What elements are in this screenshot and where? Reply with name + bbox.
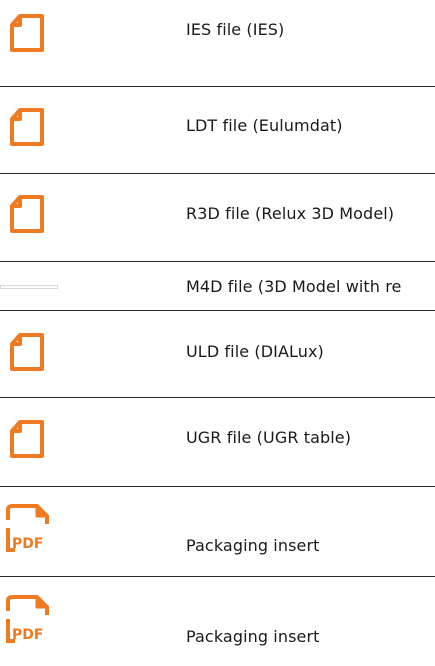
download-file-list: IES file (IES) LDT file (Eulumdat) R3D f… <box>0 0 435 666</box>
file-icon <box>0 311 70 397</box>
file-row-label: Packaging insert <box>186 536 320 555</box>
image-placeholder <box>0 285 58 289</box>
pdf-file-icon: PDF <box>0 577 70 666</box>
file-icon <box>0 87 70 173</box>
file-row-packaging-insert[interactable]: PDF Packaging insert <box>0 487 435 575</box>
file-row-label: Packaging insert <box>186 627 320 646</box>
file-row-ugr[interactable]: UGR file (UGR table) <box>0 398 435 484</box>
file-row-packaging-insert-2[interactable]: PDF Packaging insert <box>0 577 435 666</box>
pdf-file-icon: PDF <box>0 487 70 575</box>
file-row-ldt[interactable]: LDT file (Eulumdat) <box>0 87 435 173</box>
file-icon <box>0 0 70 67</box>
file-row-label: M4D file (3D Model with re <box>186 277 402 296</box>
pdf-icon-text: PDF <box>12 536 43 552</box>
file-row-label: LDT file (Eulumdat) <box>186 116 343 135</box>
pdf-icon-text: PDF <box>12 627 43 643</box>
file-row-label: R3D file (Relux 3D Model) <box>186 204 395 223</box>
file-icon <box>0 398 70 484</box>
file-row-label: UGR file (UGR table) <box>186 428 352 447</box>
file-row-uld[interactable]: ULD file (DIALux) <box>0 311 435 397</box>
file-row-ies[interactable]: IES file (IES) <box>0 0 435 67</box>
file-row-label: IES file (IES) <box>186 20 285 39</box>
file-icon <box>0 174 70 260</box>
file-row-label: ULD file (DIALux) <box>186 342 324 361</box>
file-row-r3d[interactable]: R3D file (Relux 3D Model) <box>0 174 435 260</box>
